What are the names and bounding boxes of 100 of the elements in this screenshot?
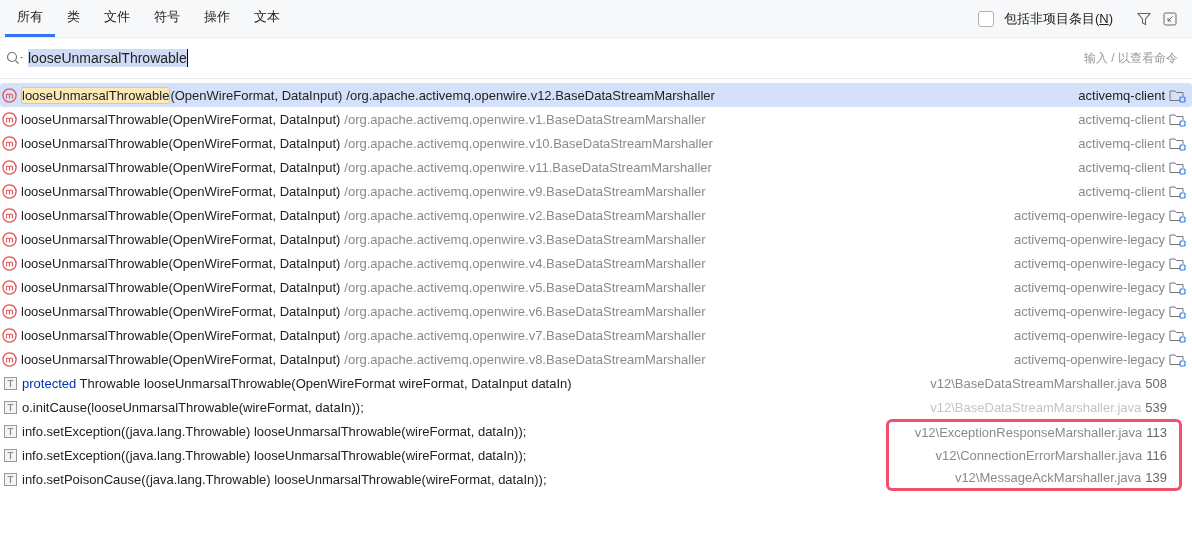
text-icon (4, 424, 17, 438)
module-name: activemq-client (1078, 111, 1165, 127)
method-icon (2, 231, 17, 247)
class-path: /org.apache.activemq.openwire.v6.BaseDataStreamMarshaller (344, 303, 706, 319)
folder-icon (1169, 135, 1186, 151)
method-signature: looseUnmarsalThrowable(OpenWireFormat, DataInput) (21, 135, 341, 151)
line-number: 113 (1146, 425, 1167, 440)
line-number: 508 (1145, 375, 1167, 391)
method-signature: looseUnmarsalThrowable(OpenWireFormat, DataInput) (21, 303, 341, 319)
method-signature: looseUnmarsalThrowable(OpenWireFormat, DataInput) (21, 111, 341, 127)
folder-icon (1169, 183, 1186, 199)
text-icon (4, 472, 17, 486)
module-name: activemq-openwire-legacy (1014, 207, 1165, 223)
method-icon (2, 255, 17, 271)
method-icon (2, 327, 17, 343)
class-path: /org.apache.activemq.openwire.v1.BaseDataStreamMarshaller (344, 111, 706, 127)
method-signature: looseUnmarsalThrowable(OpenWireFormat, DataInput) (21, 351, 341, 367)
file-location: v12\BaseDataStreamMarshaller.java (930, 375, 1142, 391)
tab[interactable]: 文本 (242, 0, 292, 37)
text-icon (4, 400, 17, 414)
result-row[interactable]: looseUnmarsalThrowable(OpenWireFormat, DataInput) /org.apache.activemq.openwire.v5.BaseDataStreamMarshaller activemq-openwire-legacy (0, 275, 1192, 299)
method-signature: looseUnmarsalThrowable(OpenWireFormat, DataInput) (21, 255, 341, 271)
module-name: activemq-openwire-legacy (1014, 231, 1165, 247)
method-signature: looseUnmarsalThrowable(OpenWireFormat, DataInput) (21, 279, 341, 295)
file-location: v12\ExceptionResponseMarshaller.java (914, 425, 1143, 440)
tab[interactable]: 文件 (92, 0, 142, 37)
collapse-icon[interactable] (1163, 11, 1177, 26)
result-row[interactable]: looseUnmarsalThrowable(OpenWireFormat, DataInput) /org.apache.activemq.openwire.v10.BaseDataStreamMarshaller activemq-client (0, 131, 1192, 155)
file-location: v12\ConnectionErrorMarshaller.java (935, 447, 1143, 463)
command-hint: 输入 / 以查看命令 (1084, 49, 1179, 67)
folder-icon (1169, 87, 1186, 103)
module-name: activemq-openwire-legacy (1014, 279, 1165, 295)
module-name: activemq-openwire-legacy (1014, 255, 1165, 271)
result-row[interactable]: looseUnmarsalThrowable(OpenWireFormat, DataInput) /org.apache.activemq.openwire.v7.BaseDataStreamMarshaller activemq-openwire-legacy (0, 323, 1192, 347)
filter-icon[interactable] (1137, 11, 1151, 26)
class-path: /org.apache.activemq.openwire.v2.BaseDataStreamMarshaller (344, 207, 706, 223)
method-icon (2, 207, 17, 223)
checkbox-label[interactable]: 包括非项目条目(N) (1003, 9, 1113, 28)
module-name: activemq-client (1078, 183, 1165, 199)
checkbox[interactable] (977, 10, 994, 27)
folder-icon (1169, 159, 1186, 175)
folder-icon (1169, 303, 1186, 319)
file-location: v12\MessageAckMarshaller.java (954, 470, 1142, 485)
method-signature: looseUnmarsalThrowable(OpenWireFormat, DataInput) (21, 231, 341, 247)
method-signature: looseUnmarsalThrowable(OpenWireFormat, DataInput) (21, 327, 341, 343)
class-path: /org.apache.activemq.openwire.v11.BaseDataStreamMarshaller (344, 159, 712, 175)
result-row[interactable]: looseUnmarsalThrowable(OpenWireFormat, DataInput) /org.apache.activemq.openwire.v6.BaseDataStreamMarshaller activemq-openwire-legacy (0, 299, 1192, 323)
method-icon (2, 279, 17, 295)
result-row[interactable]: looseUnmarsalThrowable(OpenWireFormat, DataInput) /org.apache.activemq.openwire.v3.BaseDataStreamMarshaller activemq-openwire-legacy (0, 227, 1192, 251)
module-name: activemq-client (1078, 87, 1165, 103)
method-signature: looseUnmarsalThrowable(OpenWireFormat, DataInput) (21, 159, 341, 175)
tab[interactable]: 类 (55, 0, 92, 37)
method-icon (2, 87, 17, 103)
line-number: 139 (1145, 470, 1167, 485)
line-number: 539 (1145, 399, 1167, 415)
code-line: protected Throwable looseUnmarsalThrowable(OpenWireFormat wireFormat, DataInput dataIn) (22, 375, 572, 391)
class-path: /org.apache.activemq.openwire.v5.BaseDataStreamMarshaller (344, 279, 706, 295)
method-signature: looseUnmarsalThrowable(OpenWireFormat, DataInput) (21, 87, 343, 103)
folder-icon (1169, 255, 1186, 271)
result-row[interactable]: looseUnmarsalThrowable(OpenWireFormat, DataInput) /org.apache.activemq.openwire.v4.BaseDataStreamMarshaller activemq-openwire-legacy (0, 251, 1192, 275)
method-icon (2, 111, 17, 127)
result-row[interactable]: looseUnmarsalThrowable(OpenWireFormat, DataInput) /org.apache.activemq.openwire.v1.BaseDataStreamMarshaller activemq-client (0, 107, 1192, 131)
result-row[interactable]: looseUnmarsalThrowable(OpenWireFormat, DataInput) /org.apache.activemq.openwire.v11.BaseDataStreamMarshaller activemq-client (0, 155, 1192, 179)
line-number: 116 (1146, 447, 1167, 463)
class-path: /org.apache.activemq.openwire.v12.BaseDataStreamMarshaller (346, 87, 715, 103)
code-line: info.setException((java.lang.Throwable) looseUnmarsalThrowable(wireFormat, dataIn)); (22, 447, 527, 463)
folder-icon (1169, 207, 1186, 223)
class-path: /org.apache.activemq.openwire.v10.BaseDataStreamMarshaller (344, 135, 713, 151)
result-row[interactable]: looseUnmarsalThrowable(OpenWireFormat, DataInput) /org.apache.activemq.openwire.v12.BaseDataStreamMarshaller activemq-client (0, 83, 1192, 107)
folder-icon (1169, 327, 1186, 343)
search-icon[interactable] (6, 51, 24, 65)
tab[interactable]: 所有 (5, 0, 55, 37)
text-icon (4, 448, 17, 462)
method-icon (2, 159, 17, 175)
class-path: /org.apache.activemq.openwire.v9.BaseDataStreamMarshaller (344, 183, 706, 199)
search-field[interactable]: looseUnmarsalThrowable (28, 49, 188, 67)
module-name: activemq-client (1078, 159, 1165, 175)
method-icon (2, 303, 17, 319)
result-row[interactable]: looseUnmarsalThrowable(OpenWireFormat, DataInput) /org.apache.activemq.openwire.v9.BaseDataStreamMarshaller activemq-client (0, 179, 1192, 203)
module-name: activemq-client (1078, 135, 1165, 151)
code-line: o.initCause(looseUnmarsalThrowable(wireFormat, dataIn)); (22, 399, 364, 415)
module-name: activemq-openwire-legacy (1014, 351, 1165, 367)
method-signature: looseUnmarsalThrowable(OpenWireFormat, DataInput) (21, 207, 341, 223)
class-path: /org.apache.activemq.openwire.v4.BaseDataStreamMarshaller (344, 255, 706, 271)
result-row[interactable]: looseUnmarsalThrowable(OpenWireFormat, DataInput) /org.apache.activemq.openwire.v8.BaseDataStreamMarshaller activemq-openwire-legacy (0, 347, 1192, 371)
code-line: info.setPoisonCause((java.lang.Throwable) looseUnmarsalThrowable(wireFormat, dataIn)); (22, 471, 547, 487)
text-icon (4, 376, 17, 390)
tab[interactable]: 操作 (192, 0, 242, 37)
class-path: /org.apache.activemq.openwire.v3.BaseDataStreamMarshaller (344, 231, 706, 247)
folder-icon (1169, 279, 1186, 295)
result-row[interactable]: looseUnmarsalThrowable(OpenWireFormat, DataInput) /org.apache.activemq.openwire.v2.BaseDataStreamMarshaller activemq-openwire-legacy (0, 203, 1192, 227)
class-path: /org.apache.activemq.openwire.v7.BaseDataStreamMarshaller (344, 327, 706, 343)
tab[interactable]: 符号 (142, 0, 192, 37)
module-name: activemq-openwire-legacy (1014, 303, 1165, 319)
folder-icon (1169, 351, 1186, 367)
code-line: info.setException((java.lang.Throwable) looseUnmarsalThrowable(wireFormat, dataIn)); (22, 423, 527, 439)
method-icon (2, 183, 17, 199)
file-location: v12\BaseDataStreamMarshaller.java (930, 399, 1142, 415)
module-name: activemq-openwire-legacy (1014, 327, 1165, 343)
method-icon (2, 351, 17, 367)
